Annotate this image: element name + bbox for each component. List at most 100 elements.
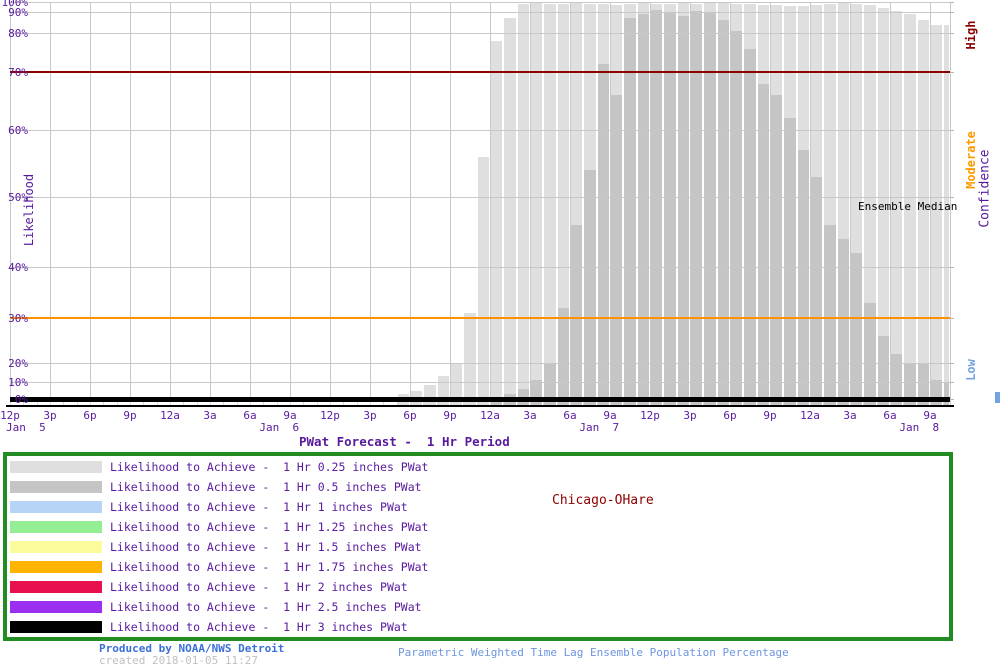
x-tick-label: 12p <box>310 409 350 422</box>
axis-hour-tick <box>797 402 798 405</box>
axis-hour-tick <box>117 402 118 405</box>
axis-hour-tick <box>783 402 784 405</box>
right-axis-tick <box>950 399 954 400</box>
vertical-gridline <box>250 2 251 406</box>
axis-hour-tick <box>890 402 891 405</box>
axis-hour-tick <box>917 402 918 405</box>
y-tick-label: 80% <box>0 27 28 40</box>
bar-0-5in <box>838 239 849 405</box>
axis-hour-tick <box>530 402 531 405</box>
x-tick-label: 6p <box>70 409 110 422</box>
legend-swatch <box>10 581 102 593</box>
bar-0-25in <box>531 2 542 405</box>
bar-0-5in <box>878 336 889 405</box>
axis-hour-tick <box>837 402 838 405</box>
axis-hour-tick <box>463 402 464 405</box>
axis-hour-tick <box>583 402 584 405</box>
axis-hour-tick <box>170 402 171 405</box>
axis-hour-tick <box>303 402 304 405</box>
x-date-label: Jan 7 <box>579 421 619 434</box>
axis-hour-tick <box>597 402 598 405</box>
axis-hour-tick <box>543 402 544 405</box>
axis-hour-tick <box>63 402 64 405</box>
axis-hour-tick <box>37 402 38 405</box>
right-edge-marker <box>995 392 1000 403</box>
right-axis-tick <box>950 33 954 34</box>
vertical-gridline <box>90 2 91 406</box>
bar-0-5in <box>651 10 662 405</box>
axis-hour-tick <box>343 402 344 405</box>
axis-hour-tick <box>103 402 104 405</box>
axis-hour-tick <box>823 402 824 405</box>
axis-hour-tick <box>77 402 78 405</box>
x-tick-label: 3p <box>350 409 390 422</box>
bar-0-5in <box>798 150 809 405</box>
axis-hour-tick <box>717 402 718 405</box>
axis-hour-tick <box>703 402 704 405</box>
axis-hour-tick <box>810 402 811 405</box>
axis-hour-tick <box>263 402 264 405</box>
axis-hour-tick <box>423 402 424 405</box>
bar-0-5in <box>811 177 822 405</box>
footer-description: Parametric Weighted Time Lag Ensemble Po… <box>398 646 789 659</box>
vertical-gridline <box>50 2 51 406</box>
axis-hour-tick <box>490 402 491 405</box>
axis-hour-tick <box>903 402 904 405</box>
x-tick-label: 12p <box>630 409 670 422</box>
right-axis-tick <box>950 12 954 13</box>
footer-created-timestamp: created 2018-01-05 11:27 <box>99 654 258 667</box>
legend-label: Likelihood to Achieve - 1 Hr 1.75 inches… <box>110 560 429 574</box>
vertical-gridline <box>370 2 371 406</box>
x-date-label: Jan 8 <box>899 421 939 434</box>
legend-label: Likelihood to Achieve - 1 Hr 1.25 inches… <box>110 520 429 534</box>
bar-0-25in <box>464 313 475 405</box>
bar-0-5in <box>718 20 729 405</box>
legend-label: Likelihood to Achieve - 1 Hr 2 inches PW… <box>110 580 408 594</box>
legend-label: Likelihood to Achieve - 1 Hr 0.25 inches… <box>110 460 429 474</box>
axis-hour-tick <box>50 402 51 405</box>
bar-0-5in <box>824 225 835 405</box>
axis-hour-tick <box>130 402 131 405</box>
legend-swatch <box>10 541 102 553</box>
ensemble-median-label: Ensemble Median <box>858 200 957 213</box>
right-axis-tick <box>950 267 954 268</box>
bar-0-25in <box>944 25 949 405</box>
axis-hour-tick <box>943 402 944 405</box>
bar-0-5in <box>611 95 622 405</box>
legend-swatch <box>10 621 102 633</box>
axis-hour-tick <box>757 402 758 405</box>
axis-hour-tick <box>437 402 438 405</box>
axis-hour-tick <box>183 402 184 405</box>
reference-line-70 <box>10 71 950 73</box>
bar-0-5in <box>598 64 609 405</box>
legend-label: Likelihood to Achieve - 1 Hr 1.5 inches … <box>110 540 422 554</box>
confidence-zone-low-label: Low <box>964 300 978 440</box>
axis-hour-tick <box>397 402 398 405</box>
x-tick-label: 3a <box>510 409 550 422</box>
legend-label: Likelihood to Achieve - 1 Hr 2.5 inches … <box>110 600 422 614</box>
right-axis-tick <box>950 363 954 364</box>
chart-title: PWat Forecast - 1 Hr Period <box>299 434 510 449</box>
bar-0-5in <box>758 84 769 405</box>
bar-0-25in <box>518 4 529 405</box>
x-tick-label: 6p <box>710 409 750 422</box>
horizontal-gridline <box>10 12 950 13</box>
x-tick-label: 9p <box>750 409 790 422</box>
axis-hour-tick <box>730 402 731 405</box>
axis-hour-tick <box>690 402 691 405</box>
axis-hour-tick <box>517 402 518 405</box>
axis-hour-tick <box>650 402 651 405</box>
axis-hour-tick <box>317 402 318 405</box>
axis-hour-tick <box>850 402 851 405</box>
legend-swatch <box>10 461 102 473</box>
bar-0-25in <box>424 385 435 405</box>
vertical-gridline <box>290 2 291 406</box>
axis-hour-tick <box>210 402 211 405</box>
legend-label: Likelihood to Achieve - 1 Hr 3 inches PW… <box>110 620 408 634</box>
axis-hour-tick <box>503 402 504 405</box>
axis-hour-tick <box>370 402 371 405</box>
axis-hour-tick <box>570 402 571 405</box>
axis-hour-tick <box>290 402 291 405</box>
y-axis-title: Likelihood <box>22 140 36 280</box>
bar-0-25in <box>478 157 489 405</box>
